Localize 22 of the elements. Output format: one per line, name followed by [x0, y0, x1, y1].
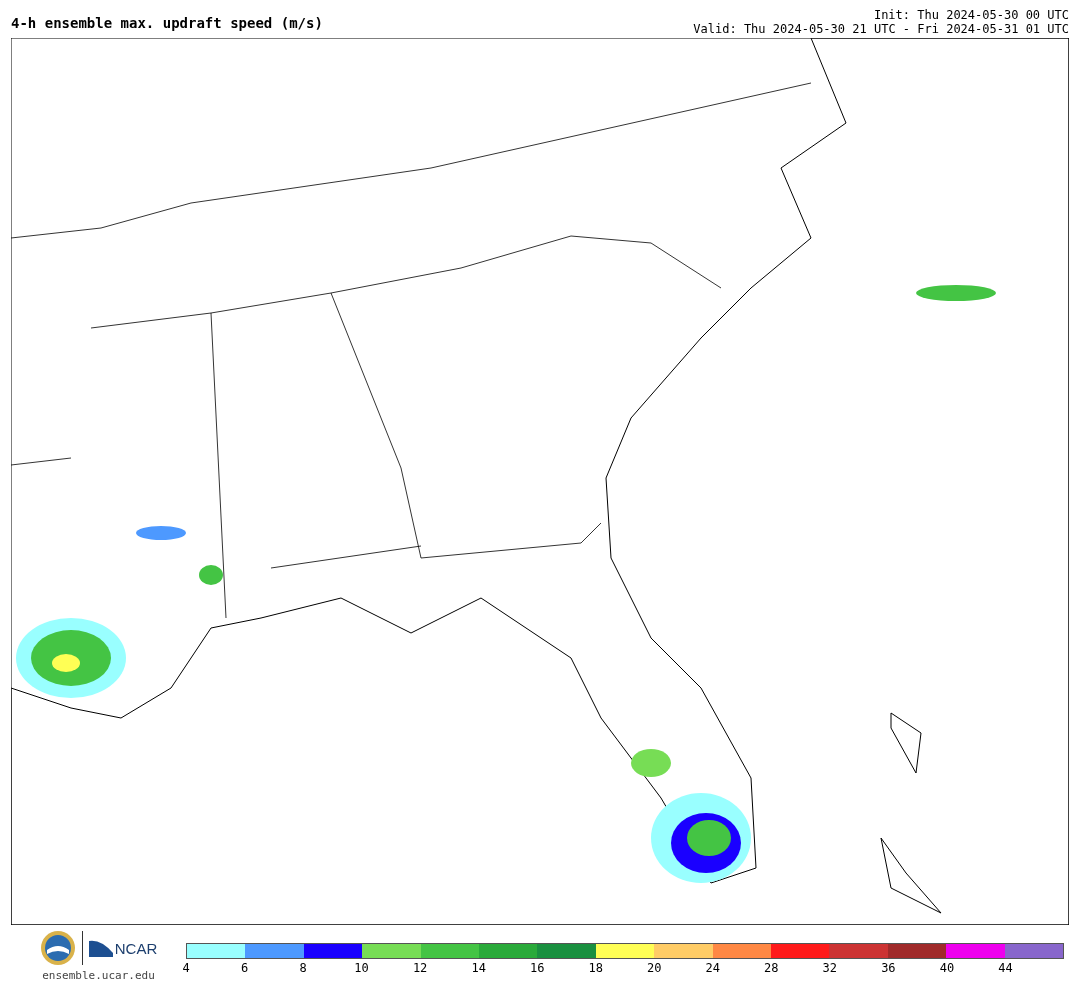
scale-label: 20: [647, 961, 662, 975]
chart-title: 4-h ensemble max. updraft speed (m/s): [11, 15, 323, 31]
scale-label: 12: [412, 961, 428, 975]
scale-label: 10: [354, 961, 369, 975]
scale-label: 28: [764, 961, 779, 975]
scale-label: 16: [529, 961, 545, 975]
ncar-wordmark: NCAR: [114, 939, 158, 957]
scale-label: 14: [471, 961, 486, 975]
scale-label: 36: [881, 961, 896, 975]
scale-label: 44: [998, 961, 1013, 975]
valid-time: Valid: Thu 2024-05-30 21 UTC - Fri 2024-05-31 01 UTC: [693, 22, 1069, 36]
init-time: Init: Thu 2024-05-30 00 UTC: [873, 8, 1069, 22]
site-url: ensemble.ucar.edu: [42, 969, 155, 982]
scale-label: 32: [822, 961, 838, 975]
scale-label: 4: [182, 961, 190, 975]
scale-label: 6: [240, 961, 249, 975]
scale-label: 18: [588, 961, 603, 975]
ncar-logo-icon: [88, 939, 113, 957]
globe-logo-icon: [39, 930, 76, 966]
scale-label: 24: [705, 961, 720, 975]
scale-label: 8: [299, 961, 307, 975]
scale-label: 40: [939, 961, 955, 975]
